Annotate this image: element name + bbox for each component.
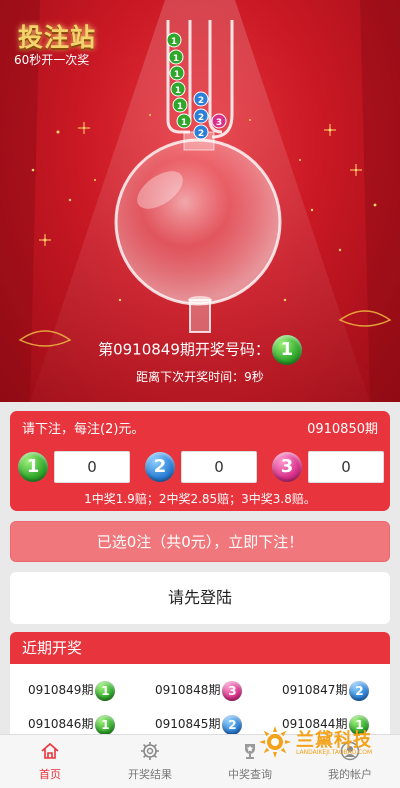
- recent-draw-period: 0910849期: [28, 683, 94, 697]
- draw-result-ball: 1: [271, 335, 302, 365]
- bet-quantity-input-1[interactable]: 0: [54, 451, 130, 483]
- recent-draw-item: 0910848期 3: [155, 678, 243, 702]
- next-draw-countdown: 距离下次开奖时间：9秒: [136, 370, 264, 384]
- login-button[interactable]: 请先登陆: [10, 572, 390, 624]
- recent-draws-title: 近期开奖: [10, 632, 390, 664]
- watermark: 兰黛科技 LANDAIKEJI.TAOBAO.COM: [258, 725, 388, 761]
- tab-label: 我的帐户: [328, 768, 372, 781]
- recent-draw-period: 0910848期: [155, 683, 221, 697]
- recent-draw-item: 0910849期 1: [28, 678, 116, 702]
- tab-label: 首页: [39, 768, 61, 781]
- ball-2-icon[interactable]: 2: [145, 452, 175, 482]
- tube-ball-label: 2: [198, 113, 204, 123]
- home-icon: [41, 742, 59, 759]
- bet-panel: 请下注，每注(2)元。 0910850期 1 0 2 0 3 0 1中奖1.9赔…: [10, 411, 390, 511]
- recent-draw-ball: 1: [95, 714, 116, 735]
- tab-draw-results[interactable]: 开奖结果: [100, 735, 200, 788]
- recent-draw-item: 0910845期 2: [155, 712, 243, 736]
- tab-home[interactable]: 首页: [0, 735, 100, 788]
- trophy-icon: [245, 744, 255, 759]
- recent-draw-period: 0910846期: [28, 717, 94, 731]
- sun-logo-icon: [259, 726, 291, 758]
- tab-label: 开奖结果: [128, 768, 172, 781]
- tube-ball-label: 1: [181, 118, 187, 128]
- watermark-url: LANDAIKEJI.TAOBAO.COM: [296, 749, 373, 756]
- tube-ball-label: 1: [175, 86, 181, 96]
- bet-quantity-input-3[interactable]: 0: [308, 451, 384, 483]
- hero-banner: 投注站 60秒开一次奖 1111112223 第0910849期开奖号码： 1 距…: [0, 0, 400, 402]
- place-bet-button[interactable]: 已选0注（共0元），立即下注！: [10, 521, 390, 562]
- bet-options: 1 0 2 0 3 0: [18, 451, 384, 483]
- tube-ball-label: 1: [177, 102, 183, 112]
- draw-period-label: 第0910849期开奖号码：: [98, 340, 270, 359]
- current-draw-result: 第0910849期开奖号码： 1: [0, 335, 400, 365]
- tube-ball-label: 1: [173, 54, 179, 64]
- tube-ball-label: 1: [171, 37, 177, 47]
- recent-draw-ball: 2: [349, 680, 370, 701]
- odds-text: 1中奖1.9赔；2中奖2.85赔；3中奖3.8赔。: [84, 492, 316, 506]
- recent-draw-ball: 1: [95, 680, 116, 701]
- tube-ball-label: 2: [198, 129, 204, 139]
- recent-draw-item: 0910847期 2: [282, 678, 370, 702]
- recent-draw-period: 0910847期: [282, 683, 348, 697]
- tab-label: 中奖查询: [228, 768, 272, 781]
- tube-ball-label: 2: [198, 96, 204, 106]
- recent-draw-ball: 2: [222, 714, 243, 735]
- recent-draw-ball: 3: [222, 680, 243, 701]
- tube-ball-label: 3: [216, 118, 222, 128]
- bet-period: 0910850期: [307, 422, 378, 437]
- gear-icon: [141, 742, 159, 760]
- recent-draw-period: 0910845期: [155, 717, 221, 731]
- bet-instruction: 请下注，每注(2)元。: [22, 422, 145, 437]
- tube-ball-label: 1: [174, 70, 180, 80]
- recent-draw-item: 0910846期 1: [28, 712, 116, 736]
- ball-3-icon[interactable]: 3: [272, 452, 302, 482]
- ball-1-icon[interactable]: 1: [18, 452, 48, 482]
- bet-quantity-input-2[interactable]: 0: [181, 451, 257, 483]
